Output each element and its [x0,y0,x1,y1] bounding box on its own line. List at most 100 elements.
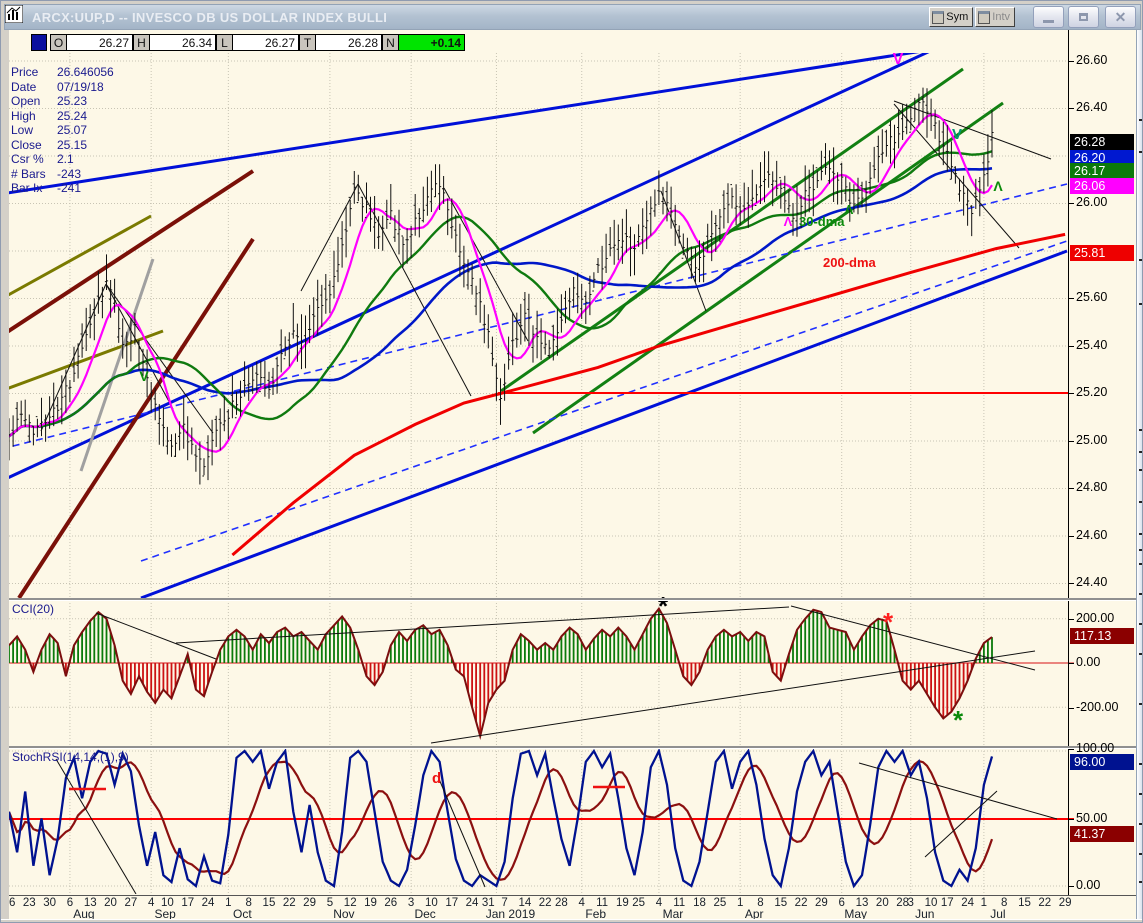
svg-text:V: V [952,126,962,143]
right-strip-tick [1139,469,1142,471]
axis-value-box: 26.06 [1070,178,1134,194]
time-axis-month-label: Apr [744,907,764,919]
svg-text:*: * [883,607,894,637]
axis-tick [1069,203,1074,204]
maximize-icon [1079,13,1088,21]
time-axis-month-label: Sep [154,907,176,919]
axis-label: 25.00 [1076,433,1108,447]
symbol-button[interactable]: Sym [929,7,974,27]
right-strip-tick [1139,501,1142,503]
maximize-button[interactable] [1068,6,1099,28]
right-strip-tick [1139,451,1142,453]
time-axis-day-label: 17 [940,897,954,909]
panel-separator-stochrsi[interactable] [9,746,1136,749]
close-button[interactable]: ✕ [1105,6,1136,28]
minimize-icon [1043,19,1054,23]
time-axis-day-label: 17 [181,897,195,909]
time-axis-day-label: 19 [364,897,377,909]
quote-high-value: 26.34 [149,34,216,51]
quote-high-label: H [133,34,149,51]
time-axis-day-label: 26 [384,897,398,909]
axis-label: 26.40 [1076,100,1108,114]
right-strip-tick [1139,429,1142,431]
panel-separator-cci[interactable] [9,598,1136,601]
titlebar[interactable]: ARCX:UUP,D -- INVESCO DB US DOLLAR INDEX… [4,4,1141,30]
time-axis-day-label: 16 [9,897,16,909]
right-strip-tick [1139,119,1142,121]
time-axis-day-label: 5 [326,897,334,909]
info-row-high: High 25.24 [11,108,88,123]
axis-tick [1069,108,1074,109]
time-axis-day-label: 22 [794,897,808,909]
quote-net-value: +0.14 [398,34,465,51]
time-axis: 1623306132027410172418152229512192631017… [9,896,1136,919]
axis-tick [1069,619,1074,620]
time-axis-day-label: 17 [445,897,459,909]
svg-text:Λ: Λ [993,178,1003,194]
chart-content: V V Λ Λ Λ V 30-dma 200-dma * * * d O 26.27 H 26.34 L2… [9,30,1136,919]
info-row-close: Close 25.15 [11,137,88,152]
right-strip-tick [1139,763,1142,765]
interval-button-label: Intv [992,11,1010,23]
time-axis-day-label: 25 [632,897,646,909]
time-axis-month-label: May [844,907,868,919]
info-row-csr: Csr % 2.1 [11,152,74,166]
axis-tick [1069,346,1074,347]
axis-tick [1069,61,1074,62]
axis-tick [1069,393,1074,394]
app-icon-glyph [5,5,23,23]
time-axis-day-label: 4 [147,897,155,909]
app-icon [5,5,27,26]
axis-label: -200.00 [1076,700,1119,714]
quote-trade-label: T [299,34,315,51]
right-strip-tick [1139,549,1142,551]
symbol-button-icon [932,10,945,24]
svg-text:*: * [658,591,669,621]
right-strip-tick [1139,563,1142,565]
axis-tick [1069,708,1074,709]
axis-value-box: 41.37 [1070,826,1134,842]
axis-label: 0.00 [1076,878,1101,892]
axis-label: 25.60 [1076,290,1108,304]
time-axis-day-label: 1 [980,897,988,909]
right-splitter-strip[interactable] [1136,30,1142,919]
quote-open-label: O [50,34,66,51]
axis-tick [1069,886,1074,887]
axis-tick [1069,536,1074,537]
right-strip-tick [1139,853,1142,855]
price-axis: 26.60 26.40 26.00 25.60 25.40 25.20 25.00 24.80… [1069,30,1136,896]
time-axis-month-label: Dec [414,907,436,919]
info-row-barix: Bar Ix -241 [11,181,82,195]
time-axis-day-label: 15 [1018,897,1031,909]
time-axis-day-label: 20 [875,897,889,909]
right-strip-tick [1139,623,1142,625]
axis-label: 200.00 [1076,611,1115,625]
info-row-price: Price 26.646056 [11,65,114,79]
time-axis-day-label: 22 [538,897,552,909]
right-strip-tick [1139,703,1142,705]
quote-color-swatch [31,34,47,51]
time-axis-day-label: 29 [303,897,316,909]
symbol-button-label: Sym [946,11,969,23]
axis-value-box: 25.81 [1070,245,1134,261]
info-row-open: Open 25.23 [11,94,88,108]
interval-button[interactable]: Intv [975,7,1015,27]
right-strip-tick [1139,533,1142,535]
minimize-button[interactable] [1033,6,1064,28]
svg-text:Λ: Λ [784,214,793,229]
time-axis-month-label: Jan 2019 [485,907,536,919]
axis-label: 24.40 [1076,575,1108,589]
axis-tick [1069,749,1074,750]
time-axis-day-label: 19 [615,897,629,909]
axis-tick [1069,583,1074,584]
axis-value-box: 96.00 [1070,754,1134,770]
chart-plot[interactable]: V V Λ Λ Λ V 30-dma 200-dma * * * d [9,30,1136,919]
right-strip-tick [1139,151,1142,153]
time-axis-month-label: Feb [585,907,607,919]
cursor-info-panel: Price 26.646056 Date 07/19/18 Open 25.23 Hi… [11,65,114,196]
axis-label: 50.00 [1076,811,1108,825]
time-axis-day-label: 6 [66,897,74,909]
right-strip-tick [1139,593,1142,595]
axis-tick [1069,298,1074,299]
time-axis-day-label: 20 [104,897,117,909]
